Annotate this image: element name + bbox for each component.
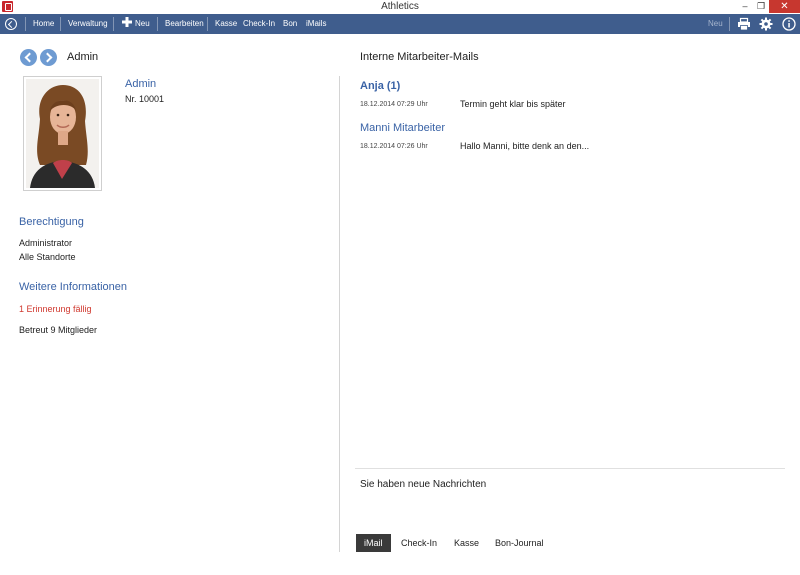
new-messages-notice: Sie haben neue Nachrichten bbox=[360, 479, 487, 490]
toolbar-checkin[interactable]: Check-In bbox=[243, 14, 275, 34]
minimize-button[interactable]: – bbox=[738, 0, 752, 13]
profile-number: Nr. 10001 bbox=[125, 94, 165, 104]
reminder-link[interactable]: 1 Erinnerung fällig bbox=[19, 304, 92, 314]
main-toolbar: Home Verwaltung Neu Bearbeiten Kasse Che… bbox=[0, 14, 800, 34]
toolbar-neu-button[interactable]: Neu bbox=[122, 14, 150, 34]
members-link[interactable]: Betreut 9 Mitglieder bbox=[19, 325, 97, 335]
toolbar-divider bbox=[60, 17, 61, 31]
toolbar-kasse[interactable]: Kasse bbox=[215, 14, 237, 34]
tab-kasse[interactable]: Kasse bbox=[454, 534, 479, 552]
tab-imail[interactable]: iMail bbox=[356, 534, 391, 552]
print-icon[interactable] bbox=[737, 17, 751, 31]
toolbar-verwaltung[interactable]: Verwaltung bbox=[68, 14, 108, 34]
toolbar-imails[interactable]: iMails bbox=[306, 14, 326, 34]
pane-divider bbox=[339, 76, 340, 552]
mail-sender[interactable]: Anja (1) bbox=[360, 80, 400, 92]
mail-date: 18.12.2014 07:29 Uhr bbox=[360, 101, 428, 108]
mails-title: Interne Mitarbeiter-Mails bbox=[360, 51, 479, 63]
permission-line: Administrator bbox=[19, 238, 73, 248]
toolbar-home[interactable]: Home bbox=[33, 14, 54, 34]
mail-subject[interactable]: Hallo Manni, bitte denk an den... bbox=[460, 141, 589, 151]
toolbar-bon[interactable]: Bon bbox=[283, 14, 297, 34]
mail-sender[interactable]: Manni Mitarbeiter bbox=[360, 122, 445, 134]
profile-photo bbox=[23, 76, 102, 191]
back-icon[interactable] bbox=[5, 18, 17, 30]
info-icon[interactable] bbox=[782, 17, 796, 31]
gear-icon[interactable] bbox=[759, 17, 773, 31]
weitere-heading: Weitere Informationen bbox=[19, 281, 128, 293]
berechtigung-heading: Berechtigung bbox=[19, 216, 84, 228]
plus-icon bbox=[122, 17, 132, 27]
toolbar-divider bbox=[113, 17, 114, 31]
toolbar-divider bbox=[157, 17, 158, 31]
notice-divider bbox=[355, 468, 785, 469]
mail-date: 18.12.2014 07:26 Uhr bbox=[360, 143, 428, 150]
toolbar-bearbeiten[interactable]: Bearbeiten bbox=[165, 14, 204, 34]
toolbar-neu-right[interactable]: Neu bbox=[708, 14, 723, 34]
mail-subject[interactable]: Termin geht klar bis später bbox=[460, 99, 566, 109]
tab-bon-journal[interactable]: Bon-Journal bbox=[495, 534, 544, 552]
toolbar-divider bbox=[207, 17, 208, 31]
next-arrow-icon[interactable] bbox=[40, 49, 57, 66]
window-title: Athletics bbox=[381, 1, 419, 12]
close-button[interactable]: ✕ bbox=[769, 0, 800, 13]
title-bar: Athletics – ❐ ✕ bbox=[0, 0, 800, 14]
previous-arrow-icon[interactable] bbox=[20, 49, 37, 66]
toolbar-divider bbox=[729, 17, 730, 31]
restore-button[interactable]: ❐ bbox=[754, 0, 768, 13]
permission-line: Alle Standorte bbox=[19, 252, 76, 262]
breadcrumb: Admin bbox=[67, 51, 99, 63]
toolbar-divider bbox=[25, 17, 26, 31]
toolbar-neu-label: Neu bbox=[135, 19, 150, 28]
profile-name: Admin bbox=[125, 78, 157, 90]
tab-checkin[interactable]: Check-In bbox=[401, 534, 437, 552]
portrait-image bbox=[26, 79, 99, 188]
